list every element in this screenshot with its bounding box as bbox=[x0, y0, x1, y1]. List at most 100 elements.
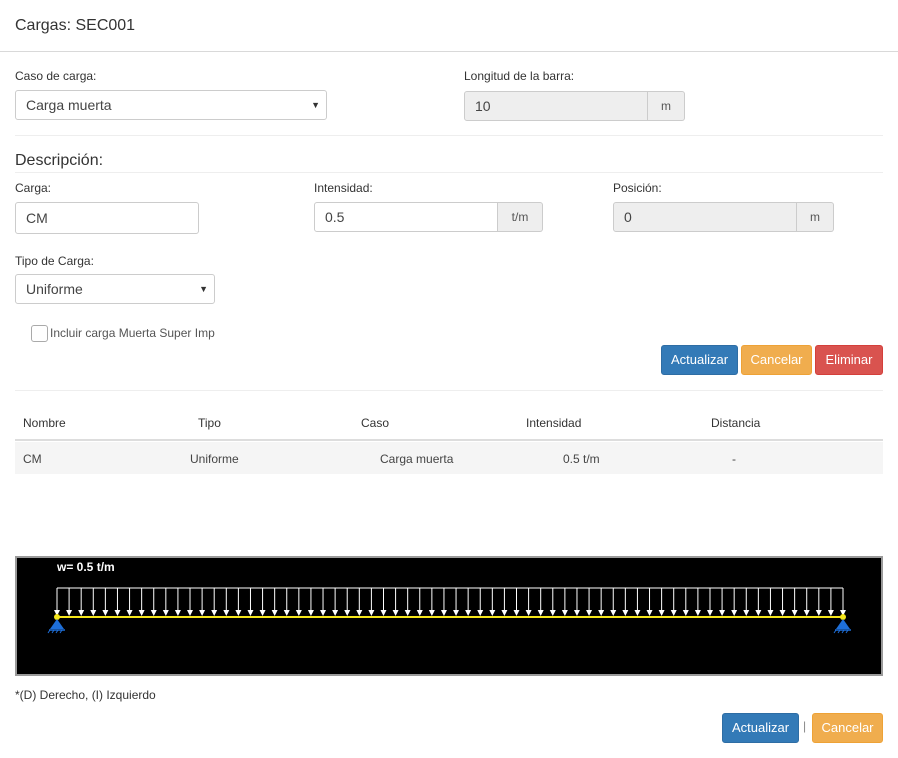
load-arrow-head bbox=[755, 610, 762, 616]
load-arrow-head bbox=[779, 610, 786, 616]
load-arrow-head bbox=[453, 610, 460, 616]
load-name-value: CM bbox=[26, 210, 48, 226]
load-intensity-label: w= 0.5 t/m bbox=[56, 560, 115, 574]
update-load-button[interactable]: Actualizar bbox=[661, 345, 738, 375]
intensity-value: 0.5 bbox=[325, 209, 345, 225]
load-diagram: w= 0.5 t/m bbox=[15, 556, 883, 676]
load-label: Carga: bbox=[15, 181, 52, 195]
case-select-value: Carga muerta bbox=[26, 97, 112, 113]
load-arrow-head bbox=[670, 610, 677, 616]
table-header-border bbox=[15, 439, 883, 441]
load-arrow-head bbox=[682, 610, 689, 616]
cell-case: Carga muerta bbox=[380, 452, 454, 466]
load-arrow-head bbox=[404, 610, 411, 616]
caret-down-icon: ▼ bbox=[199, 284, 208, 294]
load-arrow-head bbox=[646, 610, 653, 616]
column-header-intensity: Intensidad bbox=[526, 416, 582, 430]
load-arrow-head bbox=[634, 610, 641, 616]
divider bbox=[15, 135, 883, 136]
column-header-case: Caso bbox=[361, 416, 390, 430]
load-arrow-head bbox=[283, 610, 290, 616]
load-arrow-head bbox=[706, 610, 713, 616]
length-label: Longitud de la barra: bbox=[464, 69, 575, 83]
include-superimposed-label[interactable]: Incluir carga Muerta Super Imp bbox=[50, 326, 215, 340]
load-arrow-head bbox=[247, 610, 254, 616]
load-arrow-head bbox=[791, 610, 798, 616]
load-arrow-head bbox=[356, 610, 363, 616]
load-arrow-head bbox=[489, 610, 496, 616]
load-arrow-head bbox=[320, 610, 327, 616]
load-arrow-head bbox=[150, 610, 157, 616]
load-arrow-head bbox=[259, 610, 266, 616]
load-arrow-head bbox=[392, 610, 399, 616]
load-arrow-head bbox=[102, 610, 109, 616]
load-arrow-head bbox=[187, 610, 194, 616]
length-input: 10 bbox=[464, 91, 648, 121]
load-arrow-head bbox=[380, 610, 387, 616]
load-arrow-head bbox=[658, 610, 665, 616]
load-arrow-head bbox=[307, 610, 314, 616]
load-type-select[interactable]: Uniforme ▼ bbox=[15, 274, 215, 304]
load-arrow-head bbox=[295, 610, 302, 616]
load-arrow-head bbox=[586, 610, 593, 616]
delete-load-button[interactable]: Eliminar bbox=[815, 345, 883, 375]
load-arrow-head bbox=[416, 610, 423, 616]
load-arrow-head bbox=[114, 610, 121, 616]
intensity-input[interactable]: 0.5 bbox=[314, 202, 498, 232]
position-unit: m bbox=[797, 202, 834, 232]
load-arrow-head bbox=[743, 610, 750, 616]
load-type-value: Uniforme bbox=[26, 281, 83, 297]
load-arrow-head bbox=[815, 610, 822, 616]
load-arrow-head bbox=[90, 610, 97, 616]
load-arrow-head bbox=[162, 610, 169, 616]
load-arrow-head bbox=[66, 610, 73, 616]
load-arrow-head bbox=[211, 610, 218, 616]
cancel-load-button[interactable]: Cancelar bbox=[741, 345, 812, 375]
load-arrow-head bbox=[731, 610, 738, 616]
cell-name: CM bbox=[23, 452, 42, 466]
load-arrow-head bbox=[78, 610, 85, 616]
load-arrow-head bbox=[477, 610, 484, 616]
update-button[interactable]: Actualizar bbox=[722, 713, 799, 743]
column-header-name: Nombre bbox=[23, 416, 66, 430]
load-arrow-head bbox=[223, 610, 230, 616]
column-header-type: Tipo bbox=[198, 416, 221, 430]
modal-header: Cargas: SEC001 bbox=[0, 0, 898, 52]
load-arrow-head bbox=[573, 610, 580, 616]
cancel-button[interactable]: Cancelar bbox=[812, 713, 883, 743]
load-arrow-head bbox=[344, 610, 351, 616]
position-value: 0 bbox=[624, 209, 632, 225]
load-arrow-head bbox=[767, 610, 774, 616]
load-arrow-head bbox=[235, 610, 242, 616]
load-arrow-head bbox=[610, 610, 617, 616]
load-arrow-head bbox=[525, 610, 532, 616]
load-arrow-head bbox=[368, 610, 375, 616]
modal-title: Cargas: SEC001 bbox=[15, 17, 136, 34]
cell-distance: - bbox=[732, 452, 736, 466]
load-arrow-head bbox=[138, 610, 145, 616]
load-name-input[interactable]: CM bbox=[15, 202, 199, 234]
include-superimposed-checkbox[interactable] bbox=[31, 325, 48, 342]
cell-type: Uniforme bbox=[190, 452, 239, 466]
length-unit: m bbox=[648, 91, 685, 121]
load-arrow-head bbox=[598, 610, 605, 616]
load-arrow-head bbox=[440, 610, 447, 616]
distributed-load-arrows bbox=[54, 587, 846, 616]
load-arrow-head bbox=[803, 610, 810, 616]
load-arrow-head bbox=[694, 610, 701, 616]
support-legend-note: *(D) Derecho, (I) Izquierdo bbox=[15, 688, 156, 702]
load-arrow-head bbox=[271, 610, 278, 616]
load-arrow-head bbox=[719, 610, 726, 616]
intensity-label: Intensidad: bbox=[314, 181, 373, 195]
load-arrow-head bbox=[827, 610, 834, 616]
intensity-unit: t/m bbox=[498, 202, 543, 232]
load-arrow-head bbox=[199, 610, 206, 616]
load-arrow-head bbox=[126, 610, 133, 616]
button-separator: | bbox=[803, 719, 807, 733]
load-arrow-head bbox=[501, 610, 508, 616]
position-label: Posición: bbox=[613, 181, 662, 195]
load-diagram-canvas: w= 0.5 t/m bbox=[47, 560, 851, 634]
divider bbox=[15, 172, 883, 173]
case-select[interactable]: Carga muerta ▼ bbox=[15, 90, 327, 120]
load-arrow-head bbox=[561, 610, 568, 616]
